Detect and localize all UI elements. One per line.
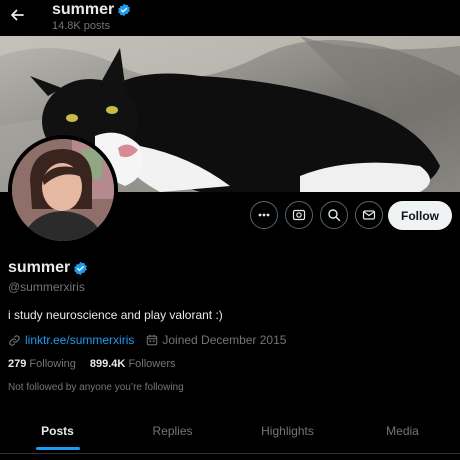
back-button[interactable] — [6, 4, 28, 26]
avatar[interactable] — [8, 135, 118, 245]
followers-count: 899.4K — [89, 358, 126, 370]
more-dots-icon — [258, 213, 270, 217]
profile-tabs: Posts Replies Highlights Media — [0, 410, 460, 454]
website-item: linktr.ee/summerxiris — [8, 333, 134, 347]
verified-badge-icon — [74, 261, 88, 275]
website-link[interactable]: linktr.ee/summerxiris — [25, 333, 134, 347]
followers-stat[interactable]: 899.4K Followers — [90, 358, 176, 370]
link-icon — [9, 334, 20, 346]
image-search-icon — [292, 209, 306, 221]
search-icon — [328, 209, 341, 222]
mutuals-note: Not followed by anyone you’re following — [8, 382, 184, 393]
top-bar: summer 14.8K posts — [0, 0, 460, 36]
tabs-divider — [0, 453, 460, 454]
following-stat[interactable]: 279 Following — [8, 358, 76, 370]
header-name-row: summer — [52, 1, 131, 19]
message-button[interactable] — [355, 201, 383, 229]
profile-photo-icon — [12, 139, 114, 241]
tab-posts[interactable]: Posts — [0, 410, 115, 454]
tab-replies[interactable]: Replies — [115, 410, 230, 454]
tab-highlights[interactable]: Highlights — [230, 410, 345, 454]
follow-stats: 279 Following 899.4K Followers — [8, 358, 176, 370]
following-count: 279 — [8, 358, 27, 370]
tab-label: Replies — [152, 424, 193, 438]
grok-image-button[interactable] — [285, 201, 313, 229]
followers-label: Followers — [128, 358, 176, 370]
following-label: Following — [29, 358, 76, 370]
tab-label: Posts — [41, 424, 74, 438]
search-button[interactable] — [320, 201, 348, 229]
profile-handle: @summerxiris — [8, 280, 85, 294]
posts-count: 14.8K posts — [52, 20, 111, 32]
profile-name-row: summer — [8, 259, 88, 277]
profile-name: summer — [8, 259, 71, 276]
envelope-icon — [362, 210, 376, 220]
tab-label: Highlights — [261, 424, 314, 438]
back-arrow-icon — [11, 9, 24, 21]
active-tab-indicator — [35, 447, 80, 450]
tab-media[interactable]: Media — [345, 410, 460, 454]
profile-meta: linktr.ee/summerxiris Joined December 20… — [8, 333, 286, 347]
tab-label: Media — [386, 424, 419, 438]
joined-item: Joined December 2015 — [146, 333, 286, 347]
joined-date: Joined December 2015 — [162, 333, 287, 347]
verified-badge-icon — [118, 3, 131, 17]
follow-button[interactable]: Follow — [388, 201, 452, 230]
calendar-icon — [147, 334, 158, 346]
header-name: summer — [52, 1, 115, 18]
more-options-button[interactable] — [250, 201, 278, 229]
profile-bio: i study neuroscience and play valorant :… — [8, 308, 223, 322]
